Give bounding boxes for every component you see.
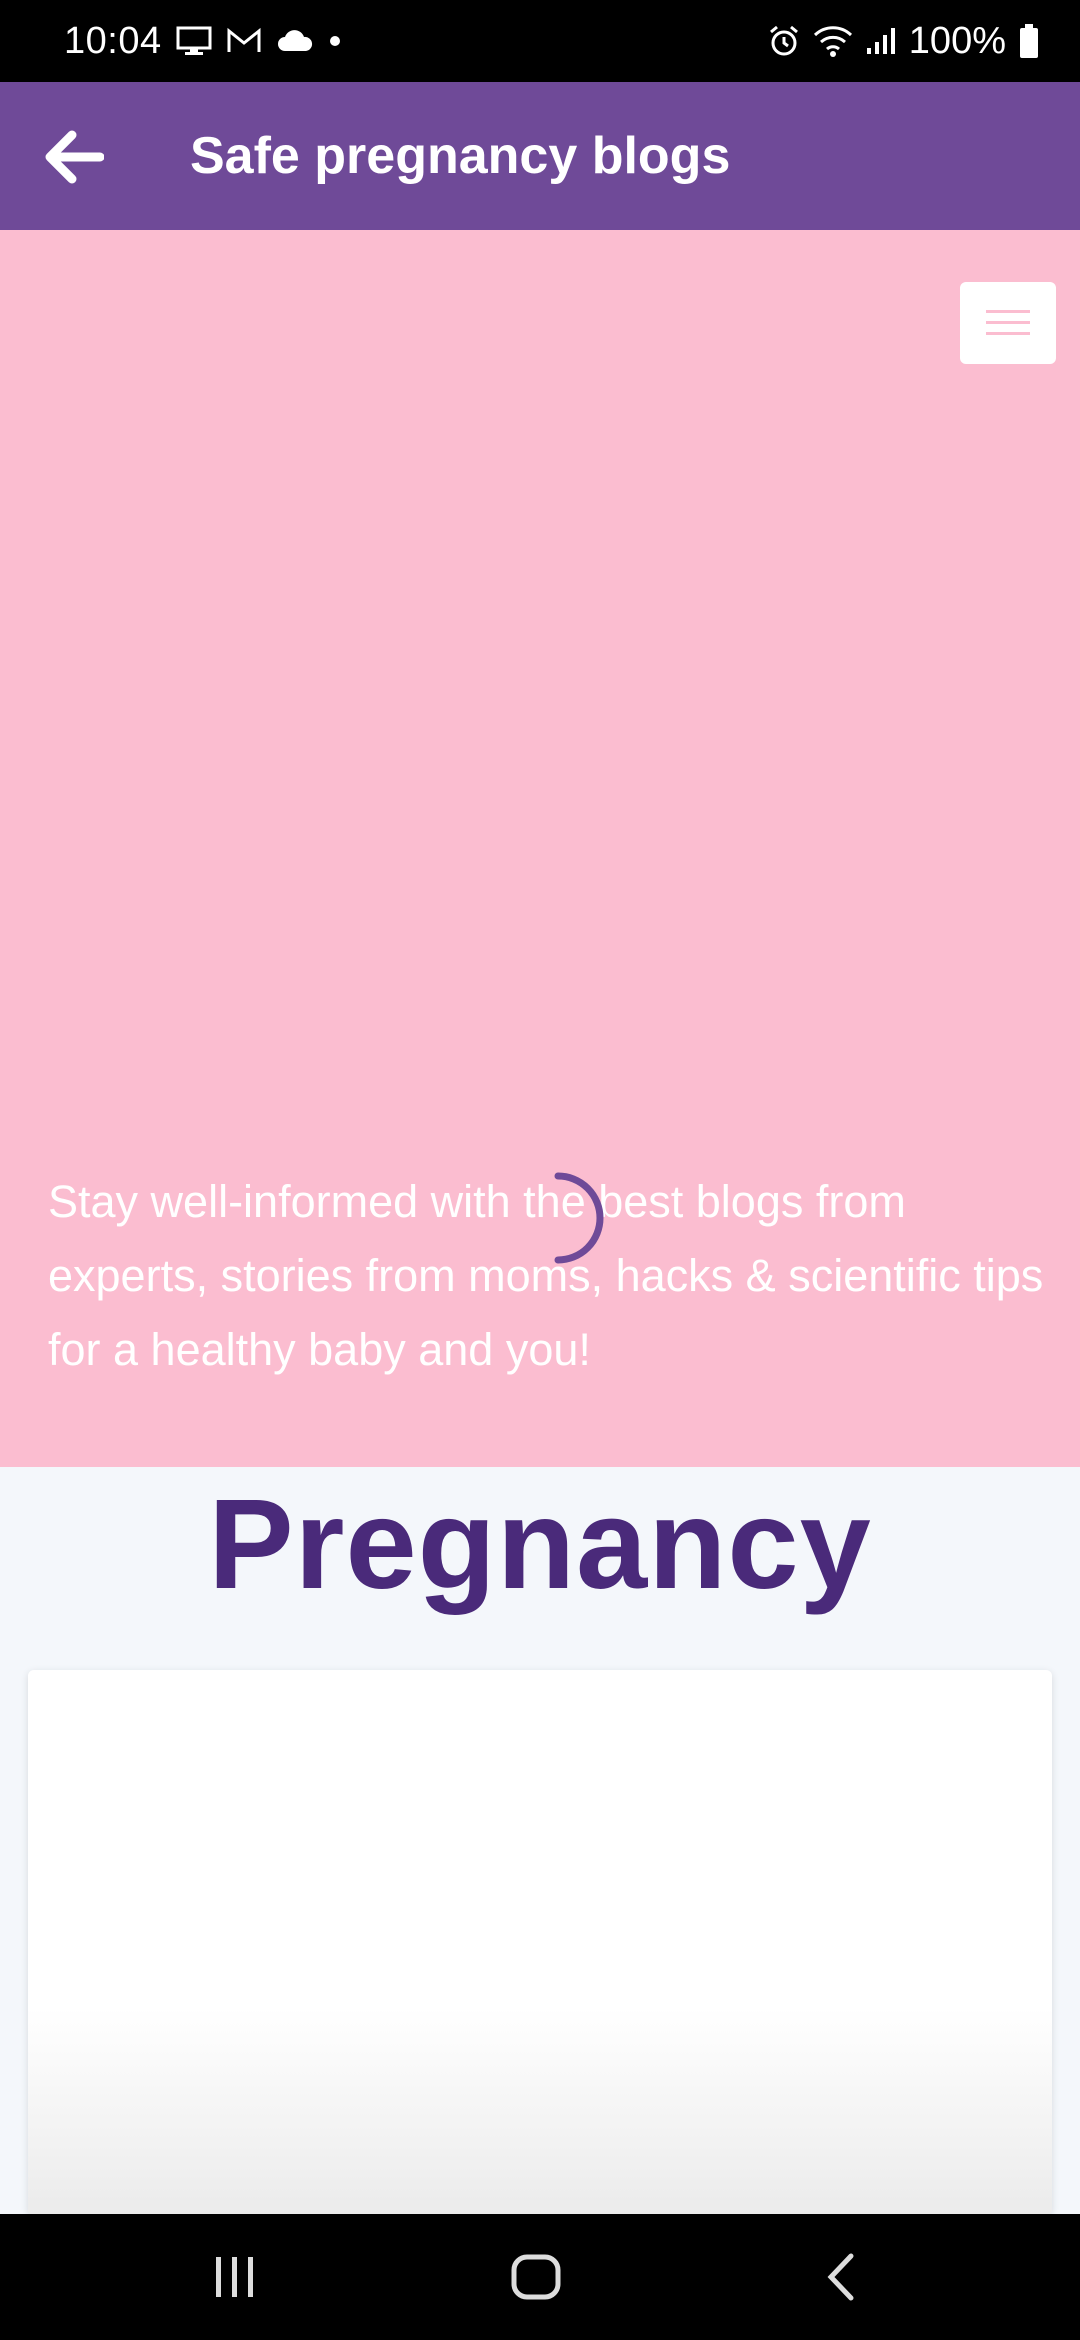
section-title: Pregnancy (208, 1473, 872, 1616)
app-bar: Safe pregnancy blogs (0, 82, 1080, 230)
recent-apps-icon (216, 2257, 253, 2297)
system-nav-bar (0, 2214, 1080, 2340)
screen-cast-icon (176, 26, 212, 56)
cloud-icon (276, 29, 314, 53)
loading-spinner (554, 1172, 604, 1264)
gmail-icon (226, 27, 262, 55)
arrow-left-icon (45, 130, 104, 184)
back-icon (827, 2253, 854, 2301)
home-button[interactable] (466, 2214, 606, 2340)
signal-icon (865, 26, 897, 56)
app-title: Safe pregnancy blogs (190, 127, 731, 185)
battery-icon (1018, 23, 1040, 59)
recent-apps-button[interactable] (165, 2214, 305, 2340)
status-time: 10:04 (64, 19, 162, 62)
battery-percent: 100% (908, 19, 1006, 62)
wifi-icon (813, 25, 853, 57)
back-button[interactable] (38, 122, 108, 192)
hamburger-menu-icon (986, 310, 1030, 335)
alarm-icon (767, 24, 801, 58)
hero-banner: Stay well-informed with the best blogs f… (0, 230, 1080, 1467)
nav-back-button[interactable] (770, 2214, 910, 2340)
dot-icon (328, 34, 342, 48)
home-icon (511, 2254, 561, 2300)
blog-card[interactable] (28, 1670, 1052, 2215)
status-bar: 10:04 100% (0, 0, 1080, 82)
menu-button[interactable] (960, 282, 1056, 364)
